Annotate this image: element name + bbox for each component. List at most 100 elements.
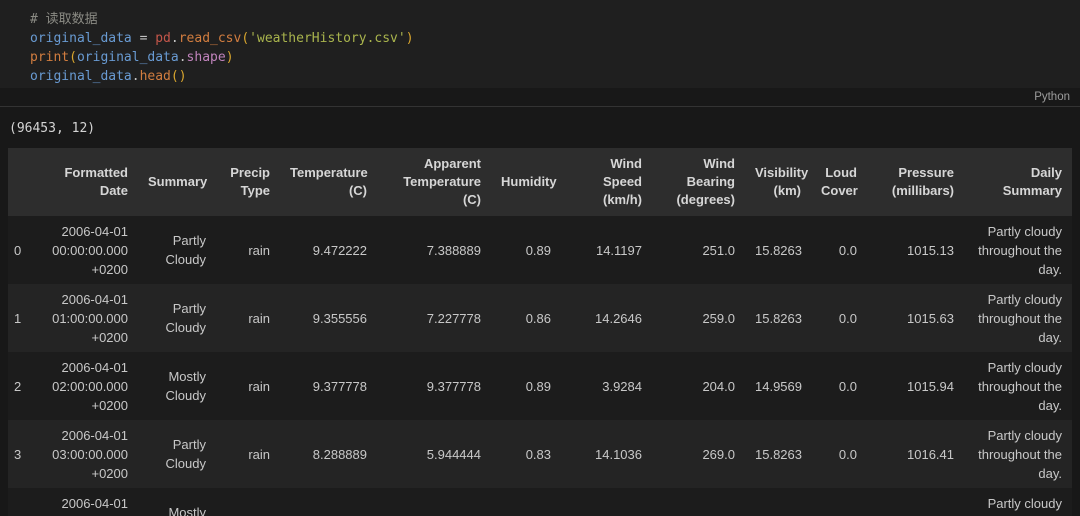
column-header: Apparent Temperature (C) xyxy=(377,148,491,216)
code-line: original_data = pd.read_csv('weatherHist… xyxy=(30,29,1080,48)
table-cell: 1015.63 xyxy=(867,284,964,352)
table-cell: rain xyxy=(216,420,280,488)
code-token-function: read_csv xyxy=(179,31,242,46)
table-cell: 1016.41 xyxy=(867,420,964,488)
table-cell: 269.0 xyxy=(652,420,745,488)
table-cell: 1015.94 xyxy=(867,352,964,420)
table-cell: 7.388889 xyxy=(377,216,491,284)
table-cell: Partly Cloudy xyxy=(138,284,216,352)
dataframe-table: Formatted DateSummaryPrecip TypeTemperat… xyxy=(8,148,1072,516)
column-header: Summary xyxy=(138,148,216,216)
code-token-module: pd xyxy=(155,31,171,46)
table-cell: 0.89 xyxy=(491,352,561,420)
table-cell: rain xyxy=(216,216,280,284)
table-cell: 14.9569 xyxy=(745,352,811,420)
notebook: # 读取数据original_data = pd.read_csv('weath… xyxy=(0,0,1080,516)
table-cell: 2006-04-01 01:00:00.000 +0200 xyxy=(32,284,138,352)
code-token-operator: . xyxy=(179,50,187,65)
table-cell: 8.288889 xyxy=(280,420,377,488)
table-cell: 251.0 xyxy=(652,216,745,284)
code-token-variable: original_data xyxy=(30,69,132,84)
code-cell-editor[interactable]: # 读取数据original_data = pd.read_csv('weath… xyxy=(0,0,1080,88)
table-cell: 15.8263 xyxy=(745,284,811,352)
table-cell: Mostly Cloudy xyxy=(138,488,216,516)
column-header: Daily Summary xyxy=(964,148,1072,216)
table-cell: rain xyxy=(216,488,280,516)
code-line: print(original_data.shape) xyxy=(30,48,1080,67)
table-cell: 204.0 xyxy=(652,352,745,420)
table-cell: 9.355556 xyxy=(280,284,377,352)
row-index: 1 xyxy=(8,284,32,352)
table-cell: 14.2646 xyxy=(561,284,652,352)
code-token-function: head xyxy=(140,69,171,84)
column-header: Visibility (km) xyxy=(745,148,811,216)
table-cell: 14.1197 xyxy=(561,216,652,284)
row-index: 3 xyxy=(8,420,32,488)
table-cell: 2006-04-01 03:00:00.000 +0200 xyxy=(32,420,138,488)
row-index: 2 xyxy=(8,352,32,420)
table-cell: rain xyxy=(216,352,280,420)
code-token-bracket: ) xyxy=(406,31,414,46)
table-cell: 14.1036 xyxy=(561,420,652,488)
table-cell: Partly Cloudy xyxy=(138,420,216,488)
table-cell: 6.977778 xyxy=(377,488,491,516)
table-cell: 0.0 xyxy=(811,284,867,352)
code-token-operator: = xyxy=(132,31,155,46)
table-cell: 9.377778 xyxy=(280,352,377,420)
table-cell: 2006-04-01 00:00:00.000 +0200 xyxy=(32,216,138,284)
code-token-variable: original_data xyxy=(77,50,179,65)
table-cell: 2006-04-01 02:00:00.000 +0200 xyxy=(32,352,138,420)
table-cell: 0.89 xyxy=(491,216,561,284)
table-cell: 2006-04-01 04:00:00.000 +0200 xyxy=(32,488,138,516)
table-cell: Partly cloudy throughout the day. xyxy=(964,284,1072,352)
table-cell: 8.755556 xyxy=(280,488,377,516)
table-cell: 0.83 xyxy=(491,488,561,516)
column-header: Precip Type xyxy=(216,148,280,216)
table-cell: 0.83 xyxy=(491,420,561,488)
language-label[interactable]: Python xyxy=(1034,91,1070,103)
code-token-operator: . xyxy=(132,69,140,84)
code-token-comment: # 读取数据 xyxy=(30,12,98,27)
table-cell: Mostly Cloudy xyxy=(138,352,216,420)
code-token-variable: original_data xyxy=(30,31,132,46)
table-cell: 11.0446 xyxy=(561,488,652,516)
code-line: # 读取数据 xyxy=(30,10,1080,29)
table-cell: 15.8263 xyxy=(745,216,811,284)
table-cell: 9.472222 xyxy=(280,216,377,284)
table-row: 42006-04-01 04:00:00.000 +0200Mostly Clo… xyxy=(8,488,1072,516)
code-token-property: shape xyxy=(187,50,226,65)
table-cell: 259.0 xyxy=(652,284,745,352)
table-cell: 0.0 xyxy=(811,216,867,284)
column-header: Pressure (millibars) xyxy=(867,148,964,216)
table-cell: 0.0 xyxy=(811,352,867,420)
code-token-bracket: ( xyxy=(69,50,77,65)
table-cell: 0.86 xyxy=(491,284,561,352)
table-cell: 15.8263 xyxy=(745,488,811,516)
column-header: Loud Cover xyxy=(811,148,867,216)
table-row: 32006-04-01 03:00:00.000 +0200Partly Clo… xyxy=(8,420,1072,488)
column-header: Wind Bearing (degrees) xyxy=(652,148,745,216)
table-row: 02006-04-01 00:00:00.000 +0200Partly Clo… xyxy=(8,216,1072,284)
code-token-bracket: ) xyxy=(179,69,187,84)
column-header: Temperature (C) xyxy=(280,148,377,216)
table-cell: 0.0 xyxy=(811,420,867,488)
code-token-string: 'weatherHistory.csv' xyxy=(249,31,406,46)
table-row: 12006-04-01 01:00:00.000 +0200Partly Clo… xyxy=(8,284,1072,352)
table-cell: Partly cloudy throughout the day. xyxy=(964,488,1072,516)
shape-output-text: (96453, 12) xyxy=(0,107,1080,148)
row-index: 4 xyxy=(8,488,32,516)
column-header: Wind Speed (km/h) xyxy=(561,148,652,216)
code-line: original_data.head() xyxy=(30,67,1080,86)
index-column-header xyxy=(8,148,32,216)
code-token-bracket: ( xyxy=(241,31,249,46)
table-cell: 7.227778 xyxy=(377,284,491,352)
code-token-function: print xyxy=(30,50,69,65)
table-cell: 1016.51 xyxy=(867,488,964,516)
table-cell: Partly cloudy throughout the day. xyxy=(964,352,1072,420)
table-cell: 1015.13 xyxy=(867,216,964,284)
table-cell: 9.377778 xyxy=(377,352,491,420)
table-cell: 15.8263 xyxy=(745,420,811,488)
row-index: 0 xyxy=(8,216,32,284)
cell-statusbar: Python xyxy=(0,88,1080,106)
table-header-row: Formatted DateSummaryPrecip TypeTemperat… xyxy=(8,148,1072,216)
